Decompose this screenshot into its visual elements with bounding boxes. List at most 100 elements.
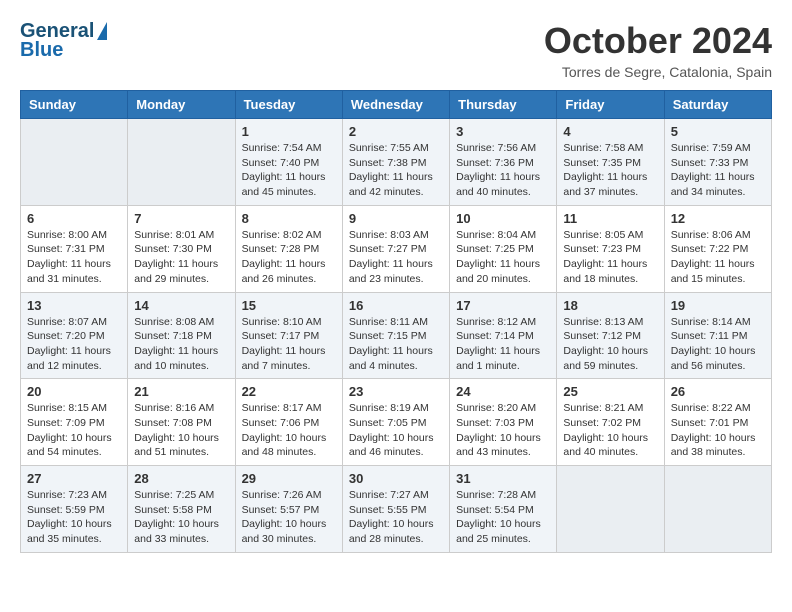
day-number: 18 (563, 298, 657, 313)
day-number: 28 (134, 471, 228, 486)
cell-info: Sunrise: 8:00 AMSunset: 7:31 PMDaylight:… (27, 228, 121, 287)
day-number: 6 (27, 211, 121, 226)
calendar-cell: 12 Sunrise: 8:06 AMSunset: 7:22 PMDayligh… (664, 205, 771, 292)
day-number: 9 (349, 211, 443, 226)
day-number: 13 (27, 298, 121, 313)
calendar-week-row: 1 Sunrise: 7:54 AMSunset: 7:40 PMDaylight… (21, 119, 772, 206)
calendar-cell: 7 Sunrise: 8:01 AMSunset: 7:30 PMDaylight… (128, 205, 235, 292)
cell-info: Sunrise: 8:19 AMSunset: 7:05 PMDaylight:… (349, 401, 443, 460)
calendar-cell: 19 Sunrise: 8:14 AMSunset: 7:11 PMDayligh… (664, 292, 771, 379)
calendar-cell: 22 Sunrise: 8:17 AMSunset: 7:06 PMDayligh… (235, 379, 342, 466)
cell-info: Sunrise: 8:14 AMSunset: 7:11 PMDaylight:… (671, 315, 765, 374)
calendar-week-row: 6 Sunrise: 8:00 AMSunset: 7:31 PMDaylight… (21, 205, 772, 292)
day-number: 7 (134, 211, 228, 226)
calendar-cell (557, 466, 664, 553)
day-number: 12 (671, 211, 765, 226)
cell-info: Sunrise: 7:23 AMSunset: 5:59 PMDaylight:… (27, 488, 121, 547)
cell-info: Sunrise: 8:12 AMSunset: 7:14 PMDaylight:… (456, 315, 550, 374)
title-area: October 2024 Torres de Segre, Catalonia,… (544, 20, 772, 80)
cell-info: Sunrise: 8:10 AMSunset: 7:17 PMDaylight:… (242, 315, 336, 374)
calendar-cell (128, 119, 235, 206)
calendar-cell: 13 Sunrise: 8:07 AMSunset: 7:20 PMDayligh… (21, 292, 128, 379)
calendar-cell: 6 Sunrise: 8:00 AMSunset: 7:31 PMDaylight… (21, 205, 128, 292)
day-of-week-header: Saturday (664, 91, 771, 119)
cell-info: Sunrise: 8:16 AMSunset: 7:08 PMDaylight:… (134, 401, 228, 460)
calendar-cell: 11Sunrise: 8:05 AMSunset: 7:23 PMDayligh… (557, 205, 664, 292)
logo-triangle-icon (97, 22, 107, 40)
cell-info: Sunrise: 8:05 AMSunset: 7:23 PMDaylight:… (563, 228, 657, 287)
cell-info: Sunrise: 8:01 AMSunset: 7:30 PMDaylight:… (134, 228, 228, 287)
calendar-cell: 21 Sunrise: 8:16 AMSunset: 7:08 PMDayligh… (128, 379, 235, 466)
day-number: 25 (563, 384, 657, 399)
calendar-cell: 16Sunrise: 8:11 AMSunset: 7:15 PMDayligh… (342, 292, 449, 379)
day-number: 26 (671, 384, 765, 399)
day-of-week-header: Monday (128, 91, 235, 119)
day-number: 8 (242, 211, 336, 226)
cell-info: Sunrise: 8:08 AMSunset: 7:18 PMDaylight:… (134, 315, 228, 374)
cell-info: Sunrise: 7:26 AMSunset: 5:57 PMDaylight:… (242, 488, 336, 547)
cell-info: Sunrise: 8:06 AMSunset: 7:22 PMDaylight:… (671, 228, 765, 287)
calendar-cell: 27 Sunrise: 7:23 AMSunset: 5:59 PMDayligh… (21, 466, 128, 553)
day-number: 10 (456, 211, 550, 226)
calendar-cell: 2Sunrise: 7:55 AMSunset: 7:38 PMDaylight… (342, 119, 449, 206)
month-title: October 2024 (544, 20, 772, 62)
day-number: 2 (349, 124, 443, 139)
calendar-cell: 8 Sunrise: 8:02 AMSunset: 7:28 PMDaylight… (235, 205, 342, 292)
calendar-cell: 31Sunrise: 7:28 AMSunset: 5:54 PMDayligh… (450, 466, 557, 553)
cell-info: Sunrise: 7:58 AMSunset: 7:35 PMDaylight:… (563, 141, 657, 200)
cell-info: Sunrise: 8:20 AMSunset: 7:03 PMDaylight:… (456, 401, 550, 460)
cell-info: Sunrise: 7:25 AMSunset: 5:58 PMDaylight:… (134, 488, 228, 547)
day-number: 20 (27, 384, 121, 399)
calendar-week-row: 27 Sunrise: 7:23 AMSunset: 5:59 PMDayligh… (21, 466, 772, 553)
day-number: 21 (134, 384, 228, 399)
day-number: 15 (242, 298, 336, 313)
cell-info: Sunrise: 8:22 AMSunset: 7:01 PMDaylight:… (671, 401, 765, 460)
day-number: 22 (242, 384, 336, 399)
logo-blue: Blue (20, 39, 63, 62)
day-number: 3 (456, 124, 550, 139)
day-number: 14 (134, 298, 228, 313)
calendar-cell: 3Sunrise: 7:56 AMSunset: 7:36 PMDaylight… (450, 119, 557, 206)
cell-info: Sunrise: 7:27 AMSunset: 5:55 PMDaylight:… (349, 488, 443, 547)
calendar-week-row: 20Sunrise: 8:15 AMSunset: 7:09 PMDayligh… (21, 379, 772, 466)
day-number: 27 (27, 471, 121, 486)
calendar-header-row: SundayMondayTuesdayWednesdayThursdayFrid… (21, 91, 772, 119)
location-subtitle: Torres de Segre, Catalonia, Spain (544, 64, 772, 80)
calendar-cell: 25 Sunrise: 8:21 AMSunset: 7:02 PMDayligh… (557, 379, 664, 466)
calendar-cell: 23 Sunrise: 8:19 AMSunset: 7:05 PMDayligh… (342, 379, 449, 466)
calendar-cell: 15 Sunrise: 8:10 AMSunset: 7:17 PMDayligh… (235, 292, 342, 379)
day-number: 4 (563, 124, 657, 139)
calendar-cell: 9 Sunrise: 8:03 AMSunset: 7:27 PMDaylight… (342, 205, 449, 292)
page-header: General Blue October 2024 Torres de Segr… (20, 20, 772, 80)
cell-info: Sunrise: 7:54 AMSunset: 7:40 PMDaylight:… (242, 141, 336, 200)
day-number: 5 (671, 124, 765, 139)
cell-info: Sunrise: 8:03 AMSunset: 7:27 PMDaylight:… (349, 228, 443, 287)
cell-info: Sunrise: 8:17 AMSunset: 7:06 PMDaylight:… (242, 401, 336, 460)
calendar-week-row: 13 Sunrise: 8:07 AMSunset: 7:20 PMDayligh… (21, 292, 772, 379)
cell-info: Sunrise: 8:21 AMSunset: 7:02 PMDaylight:… (563, 401, 657, 460)
day-number: 30 (349, 471, 443, 486)
calendar-cell (664, 466, 771, 553)
cell-info: Sunrise: 8:02 AMSunset: 7:28 PMDaylight:… (242, 228, 336, 287)
calendar-cell: 1 Sunrise: 7:54 AMSunset: 7:40 PMDaylight… (235, 119, 342, 206)
calendar-table: SundayMondayTuesdayWednesdayThursdayFrid… (20, 90, 772, 553)
calendar-cell: 17 Sunrise: 8:12 AMSunset: 7:14 PMDayligh… (450, 292, 557, 379)
cell-info: Sunrise: 8:07 AMSunset: 7:20 PMDaylight:… (27, 315, 121, 374)
cell-info: Sunrise: 7:59 AMSunset: 7:33 PMDaylight:… (671, 141, 765, 200)
calendar-cell: 28 Sunrise: 7:25 AMSunset: 5:58 PMDayligh… (128, 466, 235, 553)
calendar-cell: 18 Sunrise: 8:13 AMSunset: 7:12 PMDayligh… (557, 292, 664, 379)
day-number: 1 (242, 124, 336, 139)
calendar-cell: 10 Sunrise: 8:04 AMSunset: 7:25 PMDayligh… (450, 205, 557, 292)
day-of-week-header: Tuesday (235, 91, 342, 119)
day-of-week-header: Friday (557, 91, 664, 119)
day-number: 23 (349, 384, 443, 399)
calendar-cell: 29Sunrise: 7:26 AMSunset: 5:57 PMDayligh… (235, 466, 342, 553)
cell-info: Sunrise: 8:13 AMSunset: 7:12 PMDaylight:… (563, 315, 657, 374)
day-number: 19 (671, 298, 765, 313)
calendar-cell (21, 119, 128, 206)
day-of-week-header: Wednesday (342, 91, 449, 119)
day-of-week-header: Thursday (450, 91, 557, 119)
day-number: 17 (456, 298, 550, 313)
calendar-cell: 20Sunrise: 8:15 AMSunset: 7:09 PMDayligh… (21, 379, 128, 466)
cell-info: Sunrise: 8:04 AMSunset: 7:25 PMDaylight:… (456, 228, 550, 287)
